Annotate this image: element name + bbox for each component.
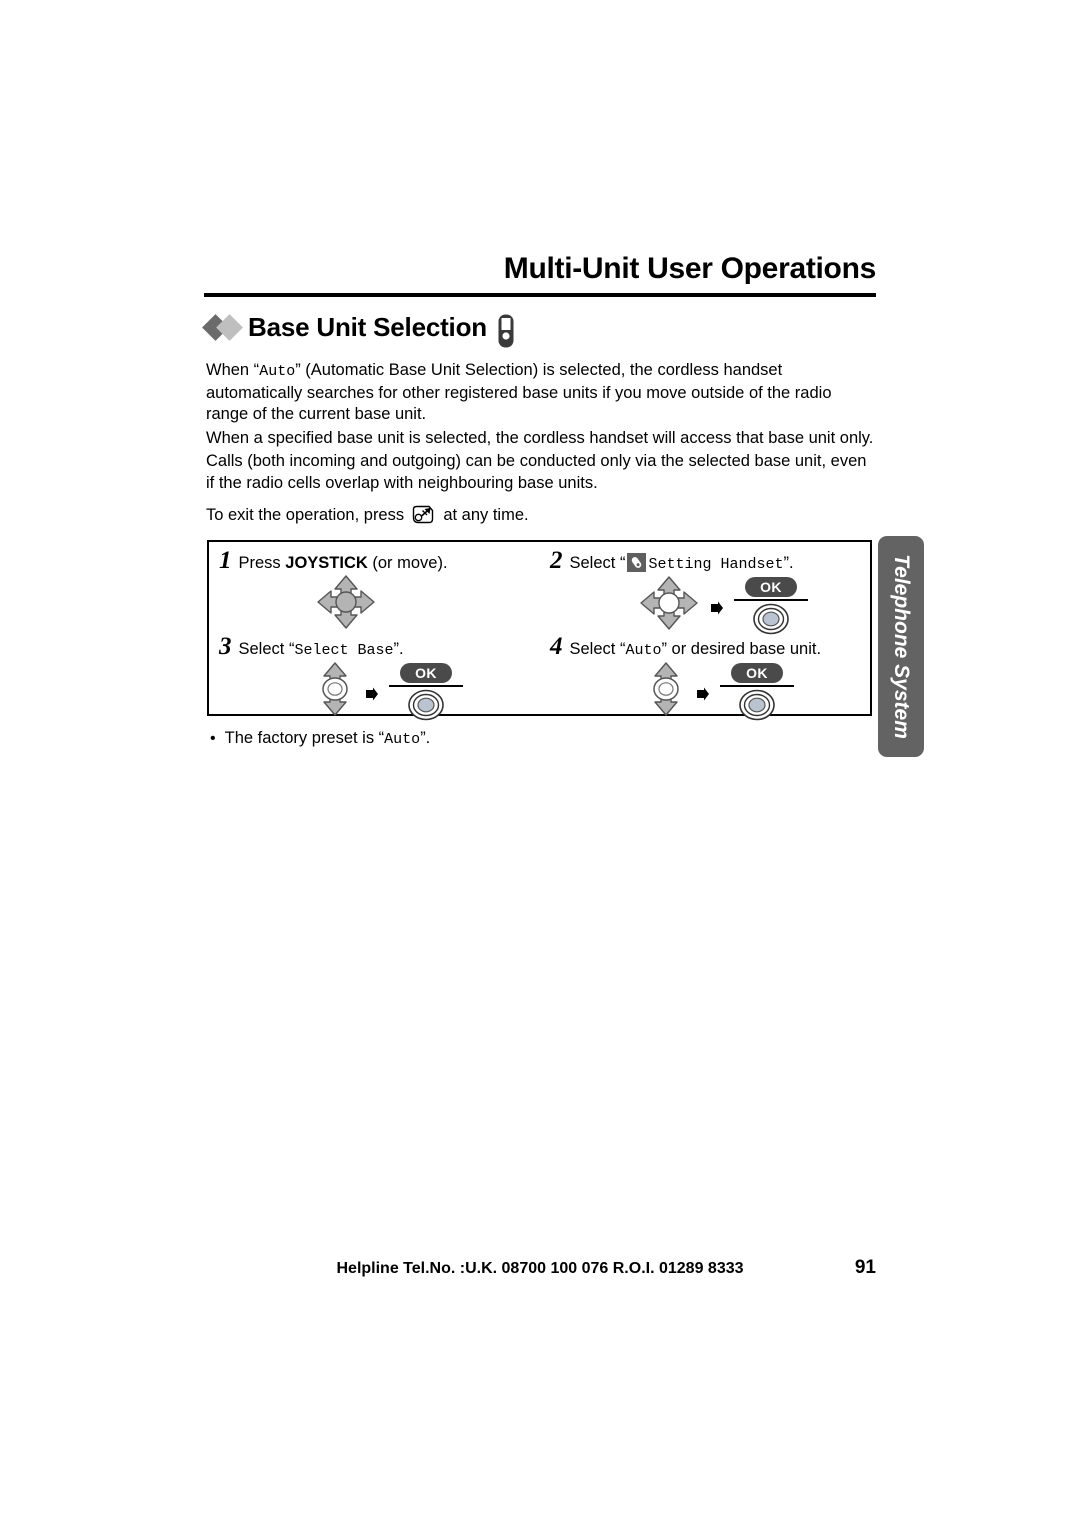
step-2-text-lead: Select “ <box>569 554 626 572</box>
step-4-text-rest: ” or desired base unit. <box>661 640 822 658</box>
step-4-text: Select “Auto” or desired base unit. <box>570 639 822 661</box>
section-heading: Base Unit Selection <box>202 312 514 348</box>
step-2-heading: 2 Select “ Setting Handset”. <box>550 548 880 575</box>
step-1-text-lead: Press <box>238 554 286 572</box>
step-1-number: 1 <box>219 547 232 574</box>
page-title: Multi-Unit User Operations <box>503 252 877 285</box>
paragraph-4: To exit the operation, press at any time… <box>206 504 878 527</box>
paragraph-3: Calls (both incoming and outgoing) can b… <box>206 452 867 492</box>
step-3-icons: OK <box>219 660 549 723</box>
arrow-right-icon <box>695 686 711 702</box>
header-divider <box>204 293 876 297</box>
step-3-text-lead: Select “ <box>238 640 295 658</box>
step-4-number: 4 <box>550 633 563 660</box>
page-header: Multi-Unit User Operations <box>204 252 876 297</box>
handset-icon <box>498 314 514 348</box>
note-mono-value: Auto <box>384 731 421 748</box>
note-text: The factory preset is “Auto”. <box>225 729 431 748</box>
manual-page: Multi-Unit User Operations Base Unit Sel… <box>0 0 1080 1528</box>
ok-button-icon[interactable]: OK <box>720 662 794 721</box>
joystick-4way-icon[interactable] <box>638 574 700 637</box>
paragraph-1: When “Auto” (Automatic Base Unit Selecti… <box>206 360 878 426</box>
ok-button-icon[interactable]: OK <box>389 662 463 721</box>
side-tab-label: Telephone System <box>890 554 913 739</box>
arrow-right-icon <box>709 600 725 616</box>
power-off-key-icon <box>411 504 437 526</box>
page-footer: Helpline Tel.No. :U.K. 08700 100 076 R.O… <box>204 1257 876 1279</box>
step-4-mono-value: Auto <box>625 642 662 659</box>
step-4-text-lead: Select “ <box>569 640 626 658</box>
page-number: 91 <box>854 1257 876 1278</box>
ok-label: OK <box>745 576 797 597</box>
ok-key-circle <box>739 689 775 721</box>
section-title: Base Unit Selection <box>248 312 487 342</box>
note-bullet-icon: • <box>210 730 216 747</box>
step-4-heading: 4 Select “Auto” or desired base unit. <box>550 634 880 661</box>
step-4: 4 Select “Auto” or desired base unit. OK <box>550 634 880 721</box>
paragraph-2: When a specified base unit is selected, … <box>206 428 874 447</box>
ok-label: OK <box>400 662 452 683</box>
step-1-text-rest: (or move). <box>367 554 448 572</box>
step-3-number: 3 <box>219 633 232 660</box>
helpline-text: Helpline Tel.No. :U.K. 08700 100 076 R.O… <box>336 1260 744 1277</box>
step-3-heading: 3 Select “Select Base”. <box>219 634 549 661</box>
para4-rest: at any time. <box>443 506 529 524</box>
step-1-text: Press JOYSTICK (or move). <box>239 553 448 574</box>
para1-mono-value: Auto <box>259 363 296 380</box>
setting-handset-icon <box>627 553 647 572</box>
para1-rest: ” (Automatic Base Unit Selection) is sel… <box>206 361 832 423</box>
step-2-icons: OK <box>550 574 880 637</box>
step-2-number: 2 <box>550 547 563 574</box>
factory-preset-note: • The factory preset is “Auto”. <box>210 729 430 748</box>
ok-key-circle <box>408 689 444 721</box>
ok-label: OK <box>731 662 783 683</box>
joystick-updown-icon[interactable] <box>315 660 355 723</box>
step-2-mono-value: Setting Handset <box>648 556 784 573</box>
step-1: 1 Press JOYSTICK (or move). <box>219 548 549 634</box>
step-2-text-rest: ”. <box>783 554 794 572</box>
ok-button-icon[interactable]: OK <box>734 576 808 635</box>
body-text: When “Auto” (Automatic Base Unit Selecti… <box>206 360 878 527</box>
step-2-text: Select “ Setting Handset”. <box>570 553 794 575</box>
step-3-text-rest: ”. <box>393 640 404 658</box>
step-4-icons: OK <box>550 660 880 723</box>
arrow-right-icon <box>364 686 380 702</box>
joystick-updown-icon[interactable] <box>646 660 686 723</box>
step-3-mono-value: Select Base <box>294 642 394 659</box>
step-3: 3 Select “Select Base”. OK <box>219 634 549 721</box>
note-text-rest: ”. <box>420 729 431 747</box>
side-tab-telephone-system: Telephone System <box>878 536 924 757</box>
para4-lead: To exit the operation, press <box>206 506 405 524</box>
note-text-lead: The factory preset is “ <box>224 729 385 747</box>
step-1-text-bold: JOYSTICK <box>285 554 368 572</box>
step-1-heading: 1 Press JOYSTICK (or move). <box>219 548 549 574</box>
step-1-icons <box>219 573 549 636</box>
ok-key-circle <box>753 603 789 635</box>
joystick-4way-icon[interactable] <box>315 573 377 636</box>
steps-box: 1 Press JOYSTICK (or move). 2 Select “ S… <box>207 540 872 721</box>
step-3-text: Select “Select Base”. <box>239 639 404 661</box>
para1-lead: When “ <box>206 361 260 379</box>
step-2: 2 Select “ Setting Handset”. OK <box>550 548 880 635</box>
